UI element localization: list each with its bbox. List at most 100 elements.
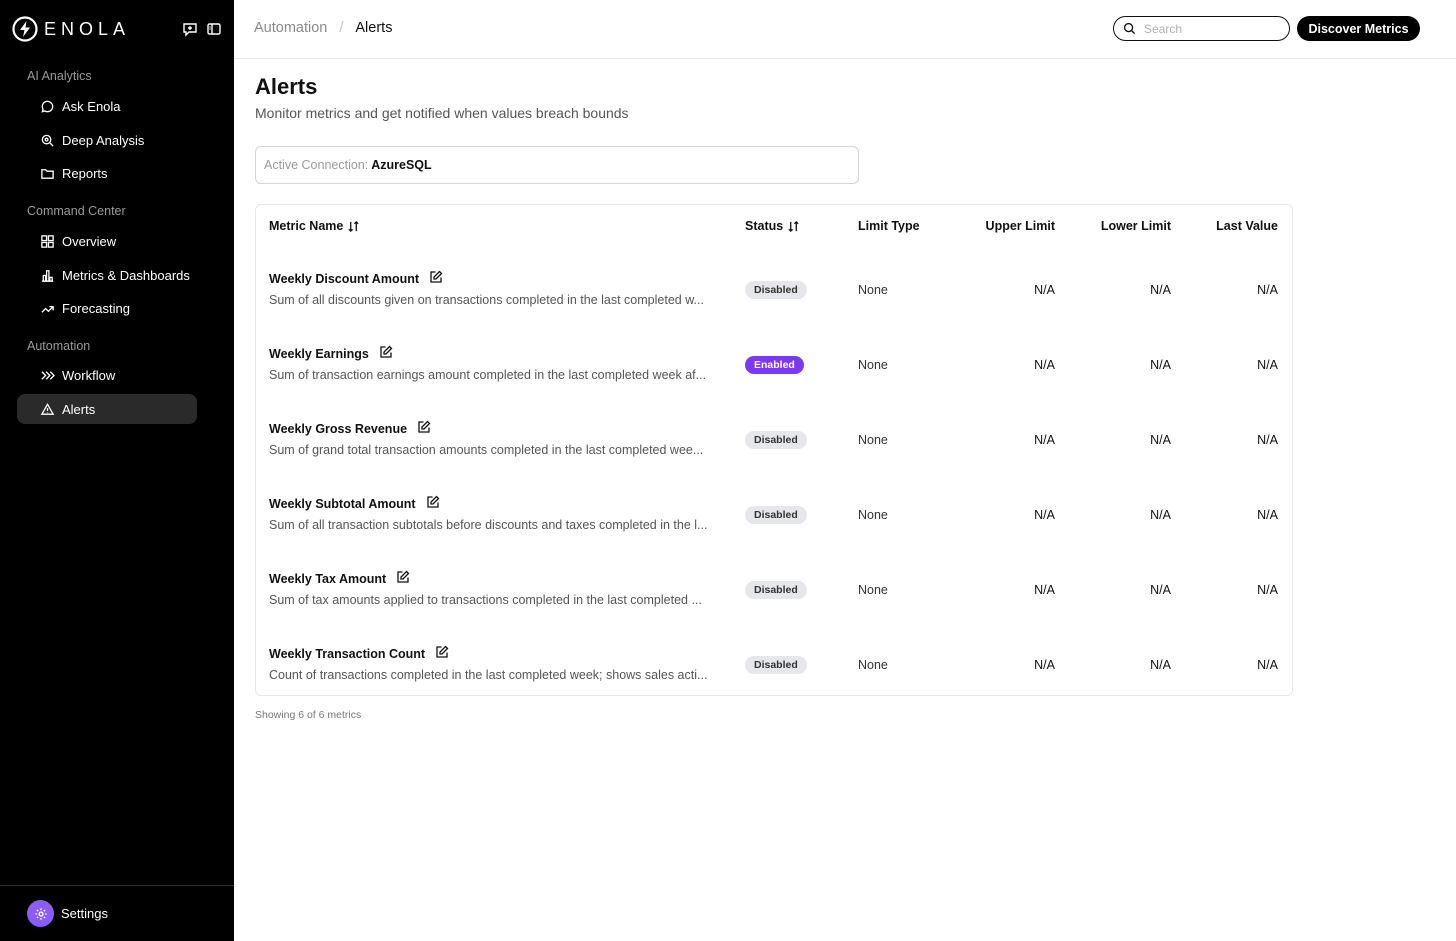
metric-name: Weekly Earnings [269, 345, 393, 361]
chat-bubble-icon [41, 100, 54, 113]
status-badge[interactable]: Disabled [745, 431, 807, 449]
metrics-count: Showing 6 of 6 metrics [255, 709, 362, 721]
upper-limit-cell: N/A [1034, 658, 1055, 672]
column-header-lower-limit: Lower Limit [1100, 219, 1171, 233]
page-title: Alerts [255, 74, 318, 99]
sort-icon[interactable] [347, 220, 360, 233]
metric-name: Weekly Gross Revenue [269, 420, 431, 436]
column-header-upper-limit: Upper Limit [985, 219, 1055, 233]
upper-limit-cell: N/A [1034, 283, 1055, 297]
upper-limit-cell: N/A [1034, 358, 1055, 372]
column-header-label: Status [745, 219, 784, 233]
metric-name: Weekly Discount Amount [269, 270, 443, 286]
sidebar-item-label: Forecasting [62, 300, 130, 316]
settings-avatar [27, 900, 54, 927]
edit-icon[interactable] [429, 270, 443, 284]
new-chat-icon[interactable] [182, 21, 198, 37]
edit-icon[interactable] [417, 420, 431, 434]
table-row[interactable]: Weekly Gross Revenue Sum of grand total t… [256, 402, 1292, 477]
metric-name: Weekly Transaction Count [269, 645, 449, 661]
table-row[interactable]: Weekly Discount Amount Sum of all discoun… [256, 252, 1292, 327]
limit-type-cell: None [858, 583, 888, 597]
brand[interactable]: ENOLA [12, 16, 130, 42]
status-badge[interactable]: Enabled [745, 356, 804, 374]
metric-description: Count of transactions completed in the l… [269, 668, 708, 682]
sidebar-item-workflow[interactable]: Workflow [17, 360, 197, 390]
last-value-cell: N/A [1257, 583, 1278, 597]
trend-up-icon [41, 305, 54, 313]
upper-limit-cell: N/A [1034, 583, 1055, 597]
breadcrumb-automation[interactable]: Automation [254, 20, 327, 36]
edit-icon[interactable] [379, 345, 393, 359]
discover-metrics-button[interactable]: Discover Metrics [1297, 16, 1420, 41]
breadcrumb-separator: / [339, 20, 344, 36]
table-row[interactable]: Weekly Earnings Sum of transaction earnin… [256, 327, 1292, 402]
active-connection-field[interactable]: Active Connection: AzureSQL [255, 146, 859, 184]
breadcrumb-alerts: Alerts [355, 20, 393, 36]
page-subtitle: Monitor metrics and get notified when va… [255, 105, 629, 121]
metric-name-text: Weekly Transaction Count [269, 647, 426, 661]
section-command-center: Command Center [27, 204, 126, 218]
alerts-table: Metric Name Status Limit Type Upper Limi… [255, 204, 1293, 696]
limit-type-cell: None [858, 358, 888, 372]
limit-type-cell: None [858, 658, 888, 672]
metric-name-text: Weekly Discount Amount [269, 272, 420, 286]
lower-limit-cell: N/A [1150, 583, 1171, 597]
metric-description: Sum of all transaction subtotals before … [269, 518, 708, 532]
column-header-metric-name[interactable]: Metric Name [269, 219, 360, 233]
sidebar-item-label: Reports [62, 165, 108, 181]
lower-limit-cell: N/A [1150, 433, 1171, 447]
last-value-cell: N/A [1257, 658, 1278, 672]
edit-icon[interactable] [396, 570, 410, 584]
column-header-last-value: Last Value [1216, 219, 1278, 233]
enola-logo-icon [12, 16, 38, 42]
metric-description: Sum of grand total transaction amounts c… [269, 443, 704, 457]
sidebar-item-label: Metrics & Dashboards [62, 267, 190, 283]
sidebar-item-label: Deep Analysis [62, 132, 145, 148]
search-box[interactable] [1113, 16, 1290, 41]
edit-icon[interactable] [435, 645, 449, 659]
metric-name-text: Weekly Subtotal Amount [269, 497, 416, 511]
sidebar-item-ask-enola[interactable]: Ask Enola [17, 91, 197, 121]
status-badge[interactable]: Disabled [745, 581, 807, 599]
sidebar-item-overview[interactable]: Overview [17, 226, 197, 256]
upper-limit-cell: N/A [1034, 508, 1055, 522]
search-input[interactable] [1144, 21, 1284, 36]
top-header: Automation / Alerts Discover Metrics [234, 0, 1456, 59]
sidebar: ENOLA AI Analytics Ask Enola Deep Analys… [0, 0, 234, 941]
status-badge[interactable]: Disabled [745, 281, 807, 299]
settings-button[interactable]: Settings [27, 900, 108, 927]
table-row[interactable]: Weekly Tax Amount Sum of tax amounts appl… [256, 552, 1292, 627]
column-header-limit-type: Limit Type [858, 219, 920, 233]
metric-name: Weekly Tax Amount [269, 570, 410, 586]
folder-icon [41, 168, 54, 179]
breadcrumb: Automation / Alerts [254, 20, 392, 36]
last-value-cell: N/A [1257, 283, 1278, 297]
sidebar-item-alerts[interactable]: Alerts [17, 394, 197, 424]
status-badge[interactable]: Disabled [745, 506, 807, 524]
table-row[interactable]: Weekly Subtotal Amount Sum of all transac… [256, 477, 1292, 552]
metric-name: Weekly Subtotal Amount [269, 495, 440, 511]
sidebar-toggle-icon[interactable] [206, 21, 222, 37]
limit-type-cell: None [858, 433, 888, 447]
sidebar-item-deep-analysis[interactable]: Deep Analysis [17, 125, 197, 155]
grid-icon [41, 234, 54, 248]
status-badge[interactable]: Disabled [745, 656, 807, 674]
chevrons-right-icon [41, 370, 55, 380]
lower-limit-cell: N/A [1150, 508, 1171, 522]
sort-icon[interactable] [787, 220, 800, 233]
edit-icon[interactable] [426, 495, 440, 509]
gear-icon [34, 907, 47, 920]
table-row[interactable]: Weekly Transaction Count Count of transac… [256, 627, 1292, 702]
column-header-status[interactable]: Status [745, 219, 800, 233]
settings-label: Settings [61, 906, 108, 921]
sidebar-item-forecasting[interactable]: Forecasting [17, 293, 197, 323]
sidebar-item-label: Ask Enola [62, 98, 121, 114]
section-ai-analytics: AI Analytics [27, 69, 92, 83]
metric-name-text: Weekly Gross Revenue [269, 422, 408, 436]
sidebar-item-reports[interactable]: Reports [17, 158, 197, 188]
metric-name-text: Weekly Earnings [269, 347, 369, 361]
sidebar-item-metrics-dashboards[interactable]: Metrics & Dashboards [17, 260, 197, 290]
last-value-cell: N/A [1257, 508, 1278, 522]
metric-name-text: Weekly Tax Amount [269, 572, 387, 586]
